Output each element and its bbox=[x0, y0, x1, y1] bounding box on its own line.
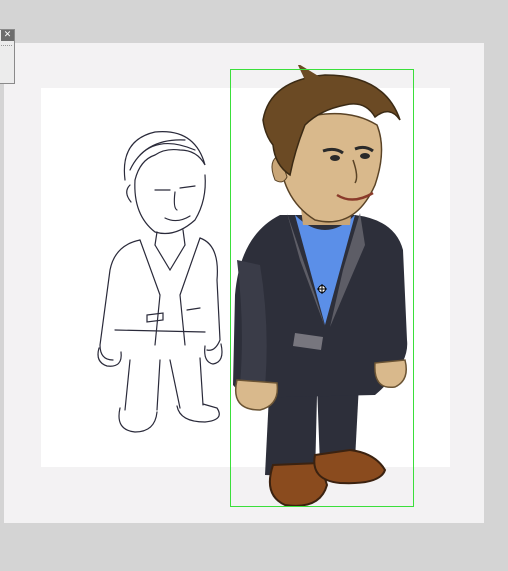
floating-panel[interactable]: ✕ bbox=[0, 29, 15, 84]
crosshair-icon[interactable] bbox=[317, 284, 327, 294]
panel-grip[interactable] bbox=[1, 45, 12, 47]
close-icon[interactable]: ✕ bbox=[1, 30, 14, 41]
pencil-sketch-image[interactable] bbox=[85, 120, 225, 440]
